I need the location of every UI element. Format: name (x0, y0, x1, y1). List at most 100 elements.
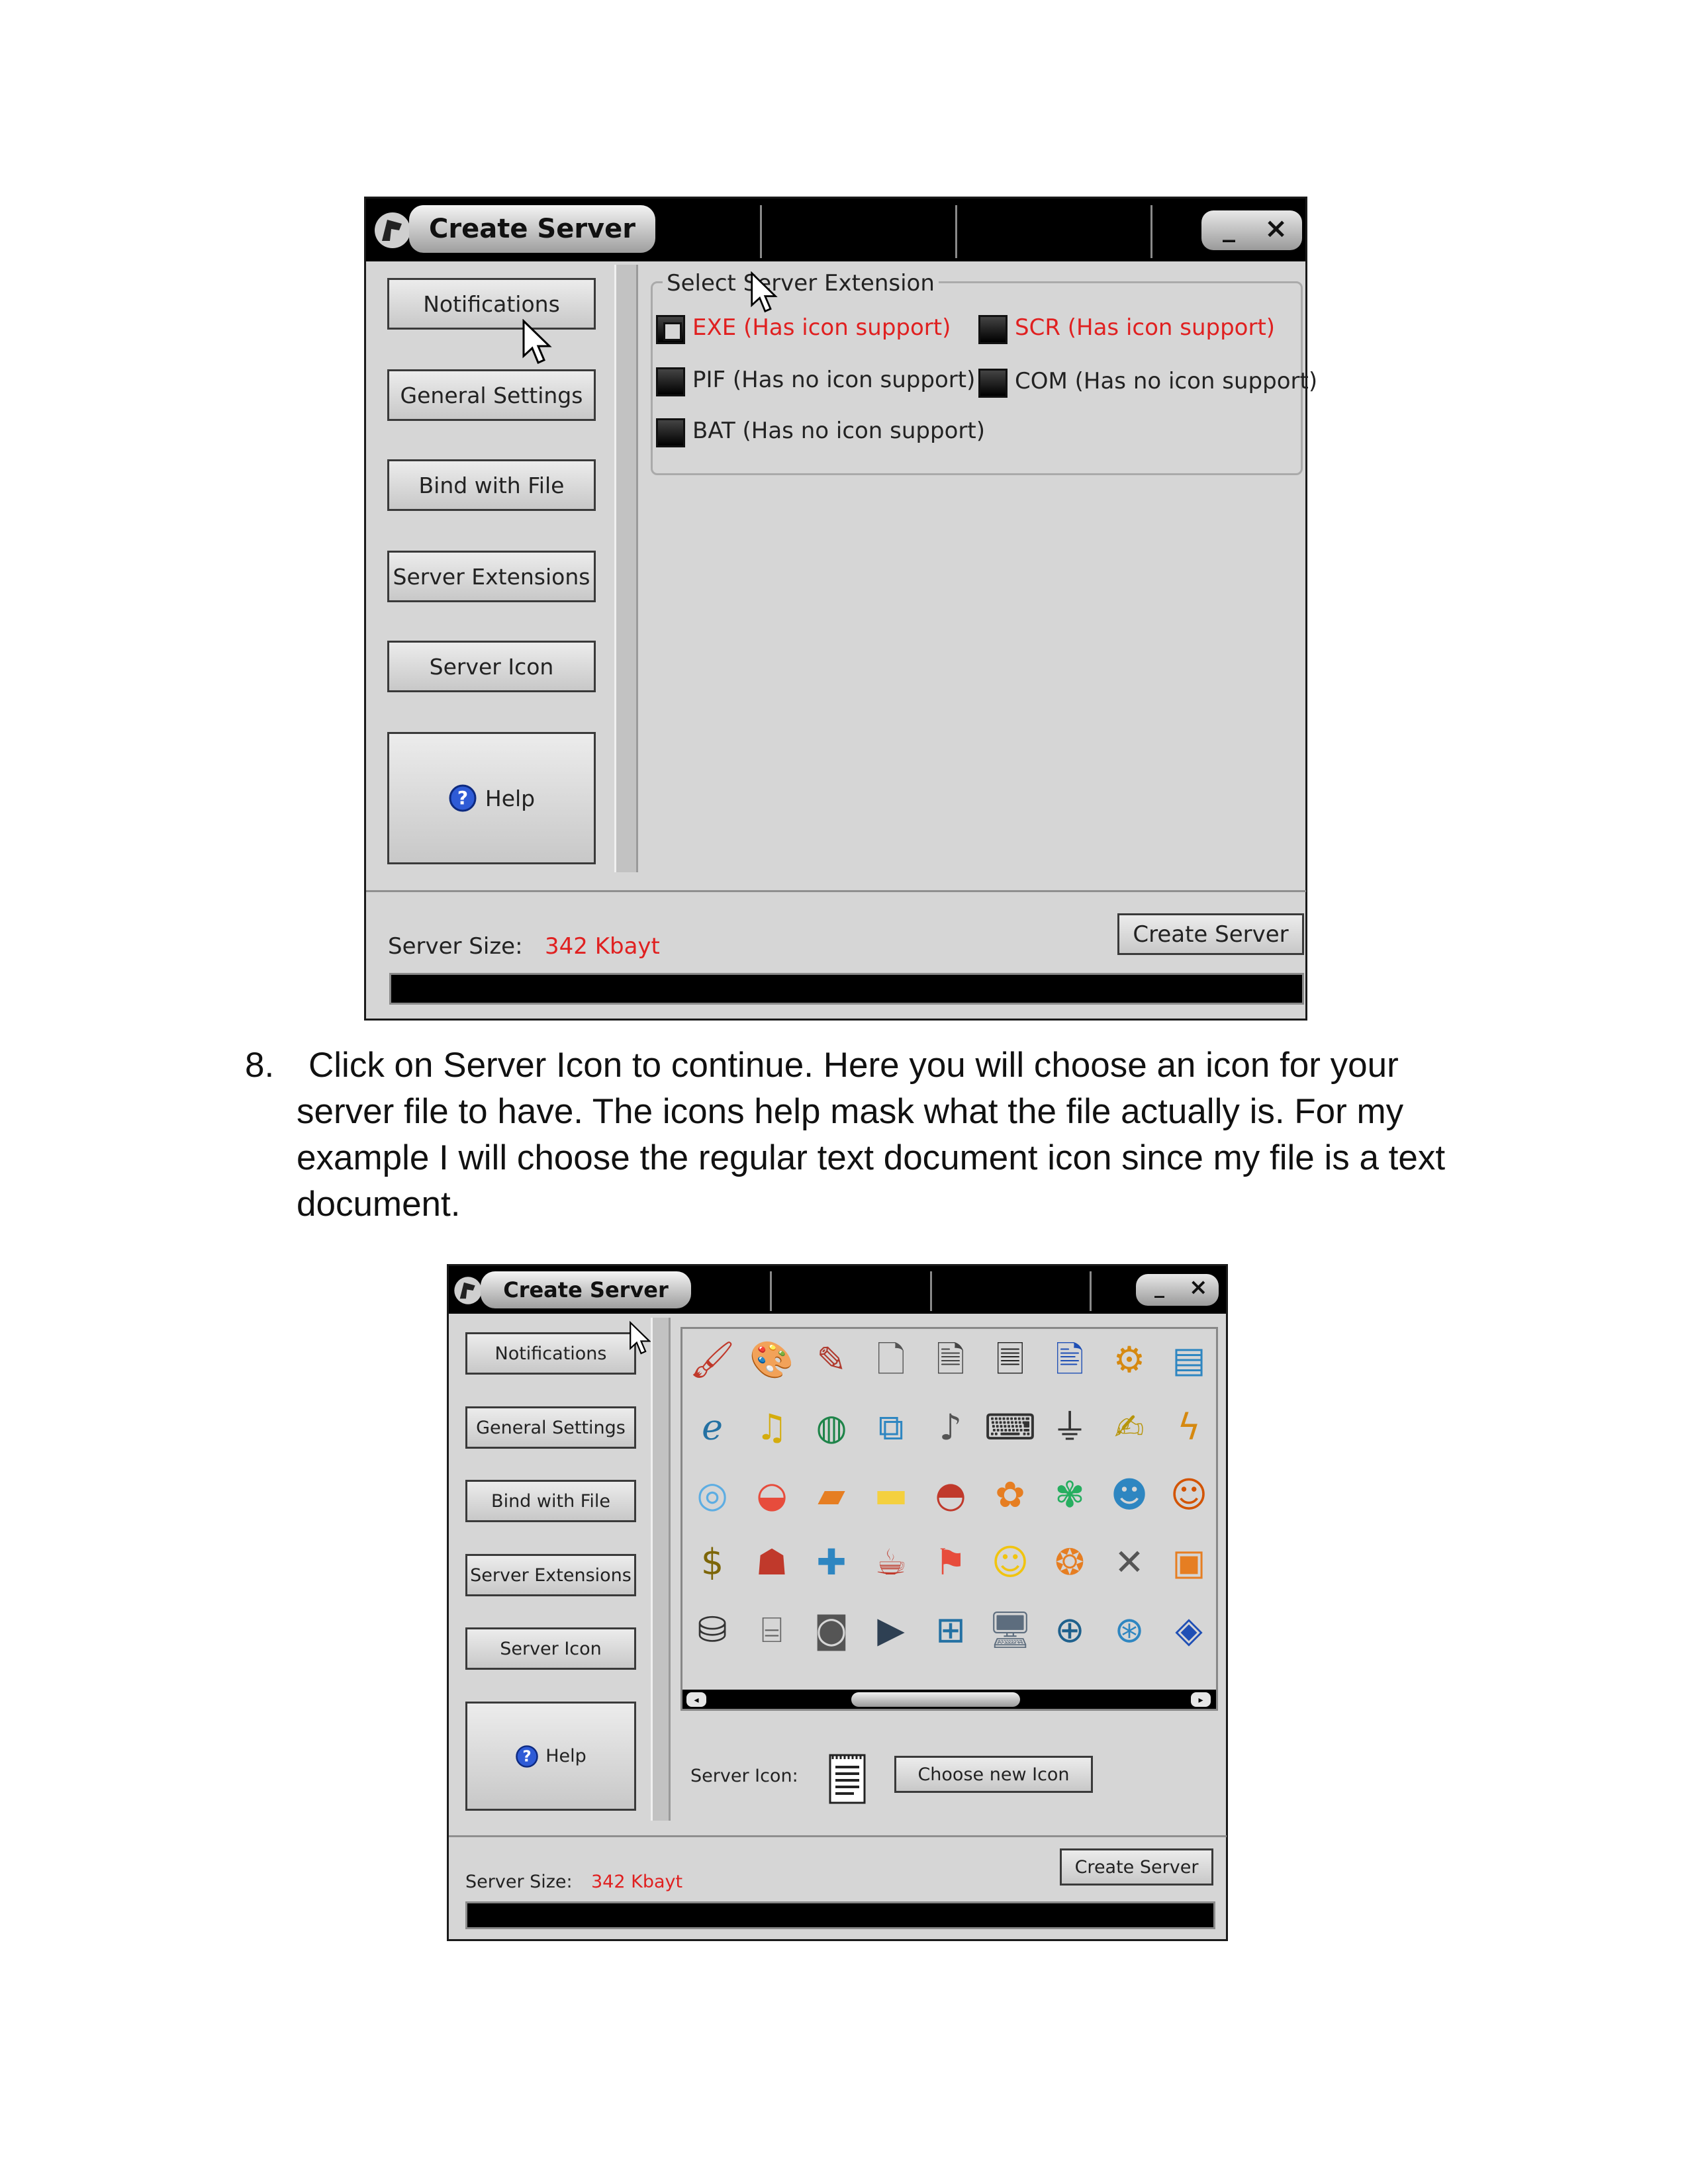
progress-bar-2 (465, 1901, 1215, 1929)
step-text: Click on Server Icon to continue. Here y… (297, 1046, 1446, 1224)
notepad-pencil-icon[interactable]: ✎ (807, 1336, 856, 1385)
app-logo-icon-2 (454, 1277, 482, 1304)
document-gear-icon[interactable]: ⚙ (1105, 1336, 1154, 1385)
java-icon[interactable]: ☕ (867, 1538, 915, 1587)
lips-folder-icon[interactable]: ◒ (747, 1471, 796, 1520)
server-size-value-2: 342 Kbayt (591, 1872, 683, 1892)
flower-folder-icon[interactable]: ✿ (986, 1471, 1035, 1520)
choose-new-icon-button[interactable]: Choose new Icon (894, 1756, 1093, 1793)
car-folder-icon[interactable]: ▰ (807, 1471, 856, 1520)
app-logo-icon (375, 212, 410, 248)
help-button-2[interactable]: ? Help (465, 1702, 636, 1811)
help-button[interactable]: ? Help (387, 732, 596, 864)
help-label-2: Help (545, 1746, 586, 1766)
globe-icon[interactable]: ◍ (807, 1403, 856, 1452)
exe-option-label[interactable]: EXE (Has icon support) (692, 314, 951, 341)
nav-server-icon-button[interactable]: Server Icon (387, 641, 596, 692)
bat-option-label[interactable]: BAT (Has no icon support) (692, 418, 985, 444)
nav-server-extensions-button-2[interactable]: Server Extensions (465, 1554, 636, 1596)
server-size-label-2: Server Size: (465, 1872, 573, 1892)
browser-icon[interactable]: ◈ (1164, 1606, 1213, 1655)
garfield-icon[interactable]: ❂ (1045, 1538, 1094, 1587)
media-player-icon[interactable]: ▶ (867, 1606, 915, 1655)
painter-icon[interactable]: 🎨 (747, 1336, 796, 1385)
network-icon[interactable]: ⧉ (867, 1403, 915, 1452)
bat-checkbox[interactable] (656, 418, 685, 447)
title-bar-2: Create Server _ × (449, 1266, 1226, 1314)
windows-globe-icon[interactable]: ⊕ (1045, 1606, 1094, 1655)
computer-icon[interactable]: 🖥 (986, 1606, 1035, 1655)
groupbox-title: Select Server Extension (663, 270, 939, 296)
document-plug-icon[interactable]: ⏚ (1045, 1403, 1094, 1452)
mario-icon[interactable]: ☗ (747, 1538, 796, 1587)
folder-icon[interactable]: ▬ (867, 1471, 915, 1520)
window-controls-2: _ × (1136, 1274, 1219, 1306)
lips-icon[interactable]: ◓ (926, 1471, 975, 1520)
nav-server-extensions-button[interactable]: Server Extensions (387, 551, 596, 602)
create-server-button[interactable]: Create Server (1117, 913, 1304, 955)
minimize-button[interactable]: _ (1223, 213, 1235, 242)
nav-bind-with-file-button[interactable]: Bind with File (387, 459, 596, 511)
nav-general-settings-button-2[interactable]: General Settings (465, 1406, 636, 1449)
help-icon: ? (449, 784, 477, 812)
horizontal-scrollbar[interactable]: ◂ ▸ (682, 1690, 1216, 1709)
windows-monitor-icon[interactable]: ⊞ (926, 1606, 975, 1655)
pif-option-label[interactable]: PIF (Has no icon support) (692, 367, 975, 393)
title-bar: Create Server _ × (366, 199, 1305, 261)
pif-checkbox[interactable] (656, 367, 685, 396)
cd-folder-icon[interactable]: ◎ (688, 1471, 737, 1520)
blank-document-icon[interactable]: 🗋 (867, 1336, 915, 1385)
help-icon-2: ? (516, 1745, 538, 1768)
document-pen-icon[interactable]: ✍ (1105, 1403, 1154, 1452)
scroll-right-arrow-icon[interactable]: ▸ (1191, 1692, 1211, 1707)
mouse-cursor-icon (522, 319, 552, 364)
scrollbar-thumb[interactable] (851, 1692, 1020, 1707)
create-server-window-extensions: Create Server _ × Notifications General … (364, 197, 1317, 1021)
document-keyboard-icon[interactable]: ⌨ (984, 1403, 1036, 1452)
puzzle-icon[interactable]: ✚ (807, 1538, 856, 1587)
hard-disk-icon[interactable]: ⛁ (688, 1606, 737, 1655)
network-globe-icon[interactable]: ⊛ (1105, 1606, 1154, 1655)
nav-server-icon-button-2[interactable]: Server Icon (465, 1627, 636, 1670)
msn-users-icon[interactable]: ☻ (1105, 1471, 1154, 1520)
scroll-left-arrow-icon[interactable]: ◂ (686, 1692, 706, 1707)
audio-file-icon[interactable]: ♪ (926, 1403, 975, 1452)
close-button[interactable]: × (1264, 212, 1288, 244)
com-option-label[interactable]: COM (Has no icon support) (1015, 368, 1317, 394)
exe-checkbox[interactable] (656, 315, 685, 344)
icon-picker-panel[interactable]: 🖌 🎨 ✎ 🗋 🗎 🗏 🖹 ⚙ ▤ ℯ ♫ ◍ ⧉ ♪ ⌨ ⏚ ✍ ϟ ◎ ◒ ▰ ▬ ◓ ✿ ✾ ☻ ☺ $ ☗ ✚ ☕ ⚑ ☺ ❂ ✕ ▣ ⛁ ⌸ ◙ ▶… (680, 1327, 1218, 1711)
create-server-button-2[interactable]: Create Server (1060, 1848, 1213, 1886)
server-icon-label: Server Icon: (690, 1766, 798, 1786)
word-document-icon[interactable]: 🖹 (1045, 1336, 1094, 1385)
minimize-button-2[interactable]: _ (1154, 1275, 1164, 1298)
paint-brushes-icon[interactable]: 🖌 (688, 1336, 737, 1385)
smiley-icon[interactable]: ☺ (986, 1538, 1035, 1587)
window-title-2: Create Server (481, 1271, 691, 1308)
mac-finder-icon[interactable]: ▣ (1164, 1538, 1213, 1587)
nav-notifications-button[interactable]: Notifications (387, 278, 596, 330)
camera-icon[interactable]: ⌸ (747, 1606, 796, 1655)
nav-notifications-button-2[interactable]: Notifications (465, 1332, 636, 1375)
icq-flower-icon[interactable]: ✾ (1045, 1471, 1094, 1520)
text-document-lines-icon[interactable]: 🗎 (926, 1336, 975, 1385)
nav-general-settings-button[interactable]: General Settings (387, 369, 596, 421)
com-checkbox[interactable] (978, 369, 1008, 398)
scr-option-label[interactable]: SCR (Has icon support) (1015, 314, 1275, 341)
server-size-value: 342 Kbayt (545, 933, 660, 960)
gift-icon[interactable]: ⚑ (926, 1538, 975, 1587)
money-bag-icon[interactable]: $ (688, 1538, 737, 1587)
lightning-icon[interactable]: ϟ (1164, 1403, 1213, 1452)
scr-checkbox[interactable] (978, 315, 1008, 344)
create-server-window-icons: Create Server _ × Notifications General … (447, 1264, 1228, 1941)
internet-explorer-icon[interactable]: ℯ (688, 1403, 737, 1452)
nav-bind-with-file-button-2[interactable]: Bind with File (465, 1480, 636, 1522)
users-icon[interactable]: ☺ (1164, 1471, 1213, 1520)
server-size-label: Server Size: (388, 933, 523, 960)
camcorder-icon[interactable]: ◙ (807, 1606, 856, 1655)
notepad-icon[interactable]: ▤ (1164, 1336, 1213, 1385)
cat-icon[interactable]: ✕ (1105, 1538, 1154, 1587)
step-number: 8. (245, 1046, 275, 1085)
close-button-2[interactable]: × (1189, 1274, 1208, 1300)
text-document-icon[interactable]: 🗏 (986, 1336, 1035, 1385)
music-globe-icon[interactable]: ♫ (747, 1403, 796, 1452)
